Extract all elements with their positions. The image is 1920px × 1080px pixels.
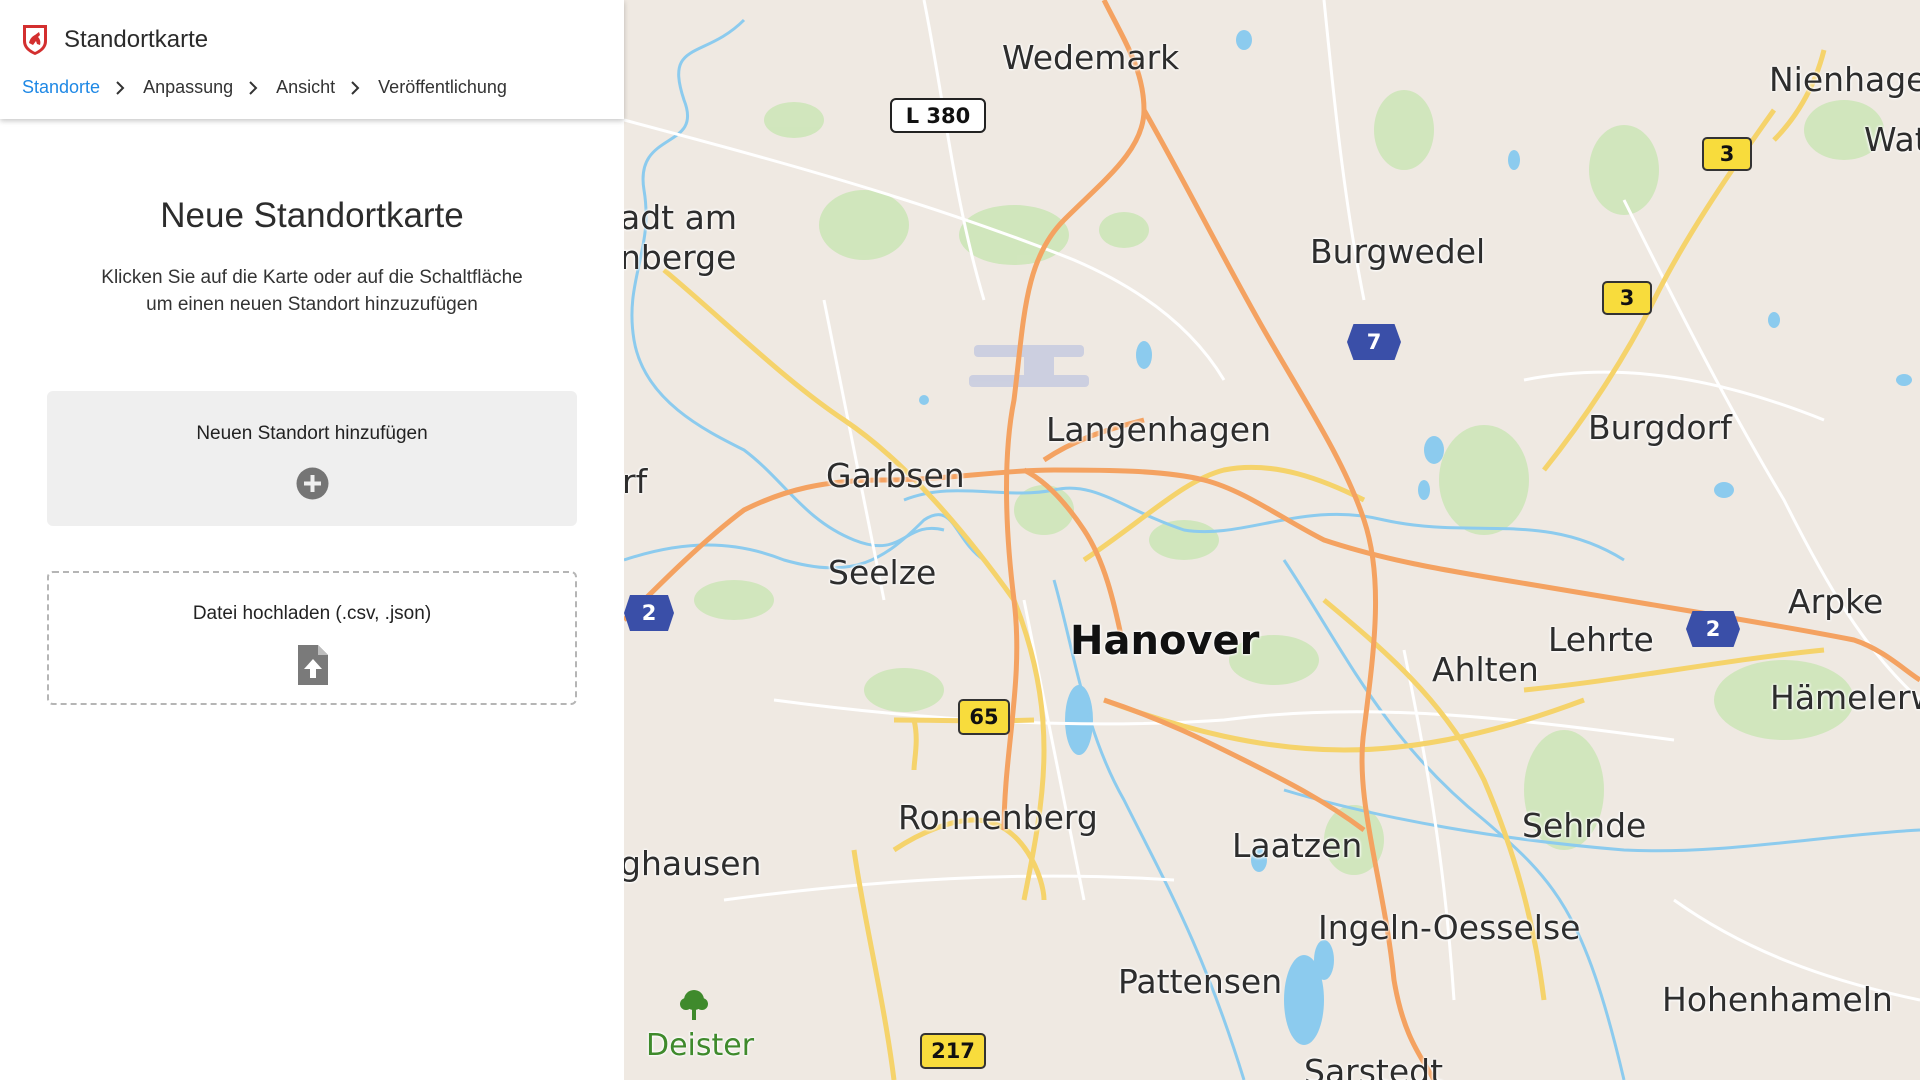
chevron-right-icon xyxy=(116,80,125,95)
place-ronnenberg: Ronnenberg xyxy=(898,798,1098,837)
chevron-right-icon xyxy=(351,80,360,95)
place-hanover: Hanover xyxy=(1070,618,1260,664)
map-canvas[interactable]: Wedemark Nienhagen Wath adt am nberge Bu… xyxy=(624,0,1920,1080)
add-location-label: Neuen Standort hinzufügen xyxy=(196,423,428,444)
road-shield-b3-top: 3 xyxy=(1702,137,1752,171)
place-langenhagen: Langenhagen xyxy=(1046,410,1271,449)
description-line-1: Klicken Sie auf die Karte oder auf die S… xyxy=(101,267,523,288)
place-rf: rf xyxy=(624,462,648,501)
file-upload-icon xyxy=(298,645,328,685)
place-lehrte: Lehrte xyxy=(1548,620,1654,659)
place-arpke: Arpke xyxy=(1788,582,1884,621)
coat-of-arms-logo xyxy=(23,25,47,55)
file-upload-label: Datei hochladen (.csv, .json) xyxy=(192,603,432,624)
road-shield-b217: 217 xyxy=(920,1033,986,1069)
breadcrumb-anpassung[interactable]: Anpassung xyxy=(143,77,233,98)
breadcrumb-veroeffentlichung[interactable]: Veröffentlichung xyxy=(378,77,507,98)
place-stadt-am-line2: nberge xyxy=(624,238,737,277)
breadcrumb-ansicht[interactable]: Ansicht xyxy=(276,77,335,98)
place-ahlten: Ahlten xyxy=(1432,650,1539,689)
page-description: Klicken Sie auf die Karte oder auf die S… xyxy=(0,264,624,318)
place-deister: Deister xyxy=(646,1028,755,1063)
road-shield-l380: L 380 xyxy=(890,98,986,133)
place-sarstedt: Sarstedt xyxy=(1304,1052,1444,1080)
place-ghausen: ghausen xyxy=(624,844,762,883)
tree-icon xyxy=(680,990,708,1020)
plus-circle-icon xyxy=(296,467,329,500)
road-shield-a7: 7 xyxy=(1347,324,1401,360)
place-wath: Wath xyxy=(1864,120,1920,159)
sidebar-panel: Standortkarte Standorte Anpassung Ansich… xyxy=(0,0,624,1080)
page-title: Neue Standortkarte xyxy=(160,196,464,235)
header-bar: Standortkarte Standorte Anpassung Ansich… xyxy=(0,0,624,119)
place-haemelerw: Hämelerw xyxy=(1770,678,1920,717)
place-laatzen: Laatzen xyxy=(1232,826,1363,865)
road-shield-a2-left: 2 xyxy=(624,595,674,631)
place-ingeln-oesselse: Ingeln-Oesselse xyxy=(1318,908,1581,947)
place-burgdorf: Burgdorf xyxy=(1588,408,1732,447)
road-shield-b65: 65 xyxy=(958,699,1010,735)
place-hohenhameln: Hohenhameln xyxy=(1662,980,1893,1019)
road-shield-a2-right: 2 xyxy=(1686,611,1740,647)
place-wedemark: Wedemark xyxy=(1002,38,1180,77)
breadcrumb: Standorte Anpassung Ansicht Veröffentlic… xyxy=(22,77,507,98)
add-location-button[interactable]: Neuen Standort hinzufügen xyxy=(47,391,577,526)
place-sehnde: Sehnde xyxy=(1522,806,1647,845)
place-seelze: Seelze xyxy=(828,553,937,592)
place-garbsen: Garbsen xyxy=(826,456,965,495)
chevron-right-icon xyxy=(249,80,258,95)
place-stadt-am-line1: adt am xyxy=(624,198,737,237)
app-title: Standortkarte xyxy=(64,26,209,53)
breadcrumb-standorte[interactable]: Standorte xyxy=(22,77,100,98)
description-line-2: um einen neuen Standort hinzuzufügen xyxy=(146,294,478,315)
place-burgwedel: Burgwedel xyxy=(1310,232,1486,271)
place-pattensen: Pattensen xyxy=(1118,962,1283,1001)
file-upload-dropzone[interactable]: Datei hochladen (.csv, .json) xyxy=(47,571,577,705)
place-nienhagen: Nienhagen xyxy=(1769,60,1920,99)
road-shield-b3-mid: 3 xyxy=(1602,281,1652,315)
